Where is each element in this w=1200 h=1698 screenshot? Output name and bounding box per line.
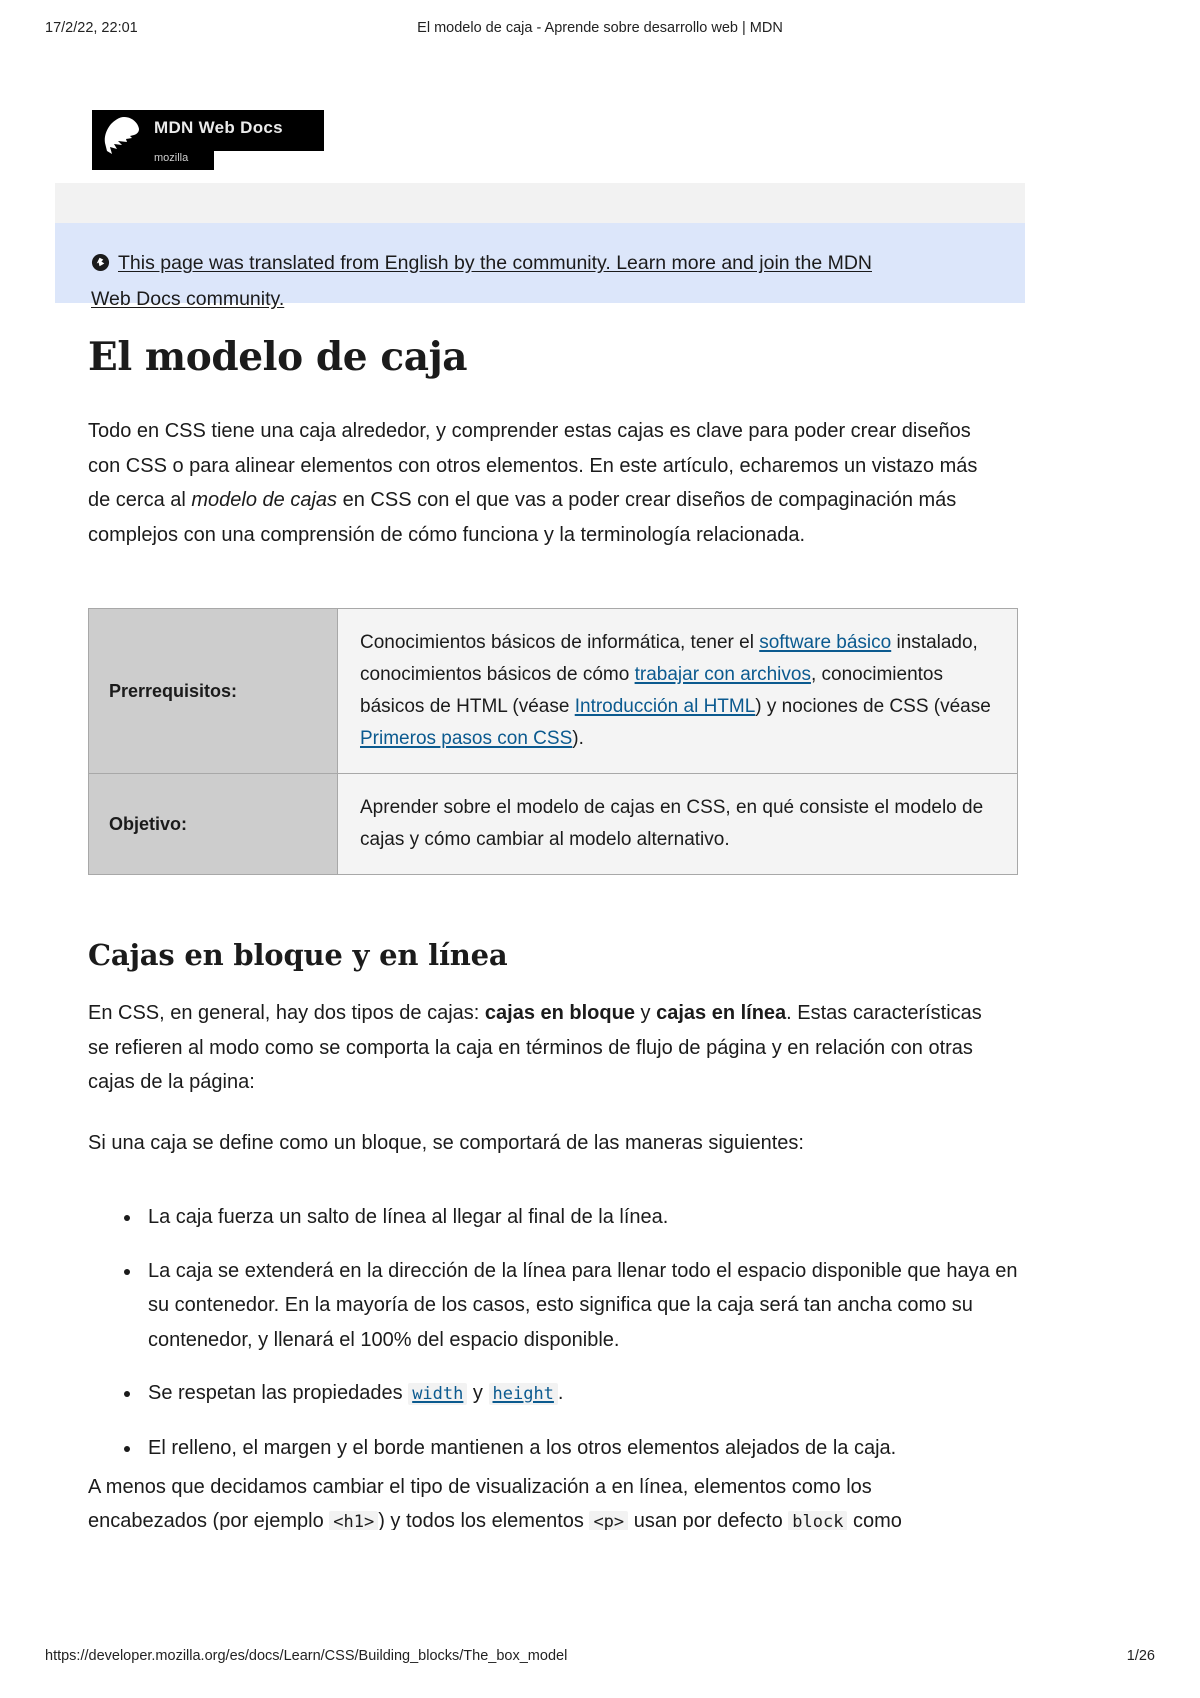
print-footer: https://developer.mozilla.org/es/docs/Le… — [0, 1648, 1200, 1670]
table-label-prerequisites: Prerrequisitos: — [88, 608, 338, 774]
dinosaur-head-icon — [104, 117, 139, 154]
page-content: MDN Web Docs mozilla This page was trans… — [0, 78, 1200, 1638]
tipos-text-a: En CSS, en general, hay dos tipos de caj… — [88, 1002, 485, 1024]
table-row-prerequisites: Prerrequisitos: Conocimientos básicos de… — [88, 608, 1018, 774]
intro-emphasis: modelo de cajas — [191, 489, 338, 511]
code-p-tag: <p> — [589, 1511, 629, 1530]
bullet-mid-text: y — [467, 1382, 489, 1404]
globe-icon — [91, 253, 110, 272]
link-trabajar-con-archivos[interactable]: trabajar con archivos — [635, 664, 811, 685]
clipped-paragraph-line: encabezados (por ejemplo <h1>) y todos l… — [88, 1504, 1018, 1530]
search-bar-strip[interactable] — [55, 183, 1025, 227]
tipos-bold-linea: cajas en línea — [656, 1002, 787, 1024]
clipped-text-c: usan por defecto — [628, 1510, 789, 1530]
translation-notice-link-line1[interactable]: This page was translated from English by… — [118, 252, 872, 274]
mdn-logo[interactable]: MDN Web Docs mozilla — [92, 110, 324, 170]
code-block-value: block — [788, 1511, 848, 1530]
intro-paragraph: Todo en CSS tiene una caja alrededor, y … — [88, 414, 994, 552]
print-footer-page-number: 1/26 — [1126, 1648, 1155, 1664]
paragraph-define-bloque: Si una caja se define como un bloque, se… — [88, 1132, 804, 1154]
section-heading-cajas: Cajas en bloque y en línea — [88, 938, 508, 972]
link-primeros-pasos-con-css[interactable]: Primeros pasos con CSS — [360, 728, 572, 749]
page-title: El modelo de caja — [88, 334, 468, 380]
table-value-prerequisites: Conocimientos básicos de informática, te… — [337, 608, 1018, 774]
table-row-objetivo: Objetivo: Aprender sobre el modelo de ca… — [88, 773, 1018, 875]
link-css-width[interactable]: width — [408, 1383, 468, 1405]
translation-notice-link-line2[interactable]: Web Docs community. — [91, 288, 284, 310]
translation-notice-row: This page was translated from English by… — [91, 245, 991, 317]
table-value-objetivo: Aprender sobre el modelo de cajas en CSS… — [337, 773, 1018, 875]
tipos-bold-bloque: cajas en bloque — [484, 1002, 635, 1024]
logo-brand-text: MDN Web Docs — [154, 118, 283, 137]
list-item: Se respetan las propiedades width y heig… — [124, 1376, 1038, 1412]
tipos-text-c: y — [634, 1002, 657, 1024]
list-item: La caja fuerza un salto de línea al lleg… — [124, 1200, 1038, 1235]
print-document-title: El modelo de caja - Aprende sobre desarr… — [417, 20, 783, 36]
prerequisites-table: Prerrequisitos: Conocimientos básicos de… — [88, 608, 1018, 875]
clipped-text-b: ) y todos los elementos — [378, 1510, 590, 1530]
clipped-text-d: como — [847, 1510, 902, 1530]
print-header: 17/2/22, 22:01 El modelo de caja - Apren… — [0, 20, 1200, 42]
prereq-text-1: Conocimientos básicos de informática, te… — [360, 632, 760, 653]
link-introduccion-al-html[interactable]: Introducción al HTML — [575, 696, 756, 717]
list-item: La caja se extenderá en la dirección de … — [124, 1254, 1038, 1358]
clipped-text-a: encabezados (por ejemplo — [88, 1510, 330, 1530]
link-css-height[interactable]: height — [488, 1383, 558, 1405]
bullet-pre-text: Se respetan las propiedades — [148, 1382, 409, 1404]
print-footer-url: https://developer.mozilla.org/es/docs/Le… — [45, 1648, 568, 1664]
prereq-text-5: ). — [572, 728, 584, 749]
bullet-post-text: . — [557, 1382, 564, 1404]
link-software-basico[interactable]: software básico — [759, 632, 891, 653]
prereq-text-4: ) y nociones de CSS (véase — [755, 696, 991, 717]
translation-notice-banner: This page was translated from English by… — [55, 223, 1025, 310]
logo-sub-text: mozilla — [154, 152, 189, 164]
block-behaviour-list: La caja fuerza un salto de línea al lleg… — [112, 1200, 1038, 1484]
code-h1-tag: <h1> — [329, 1511, 379, 1530]
paragraph-tipos-de-cajas: En CSS, en general, hay dos tipos de caj… — [88, 996, 1008, 1100]
paragraph-a-menos-que: A menos que decidamos cambiar el tipo de… — [88, 1476, 872, 1498]
list-item: El relleno, el margen y el borde mantien… — [124, 1431, 1038, 1466]
table-label-objetivo: Objetivo: — [88, 773, 338, 875]
